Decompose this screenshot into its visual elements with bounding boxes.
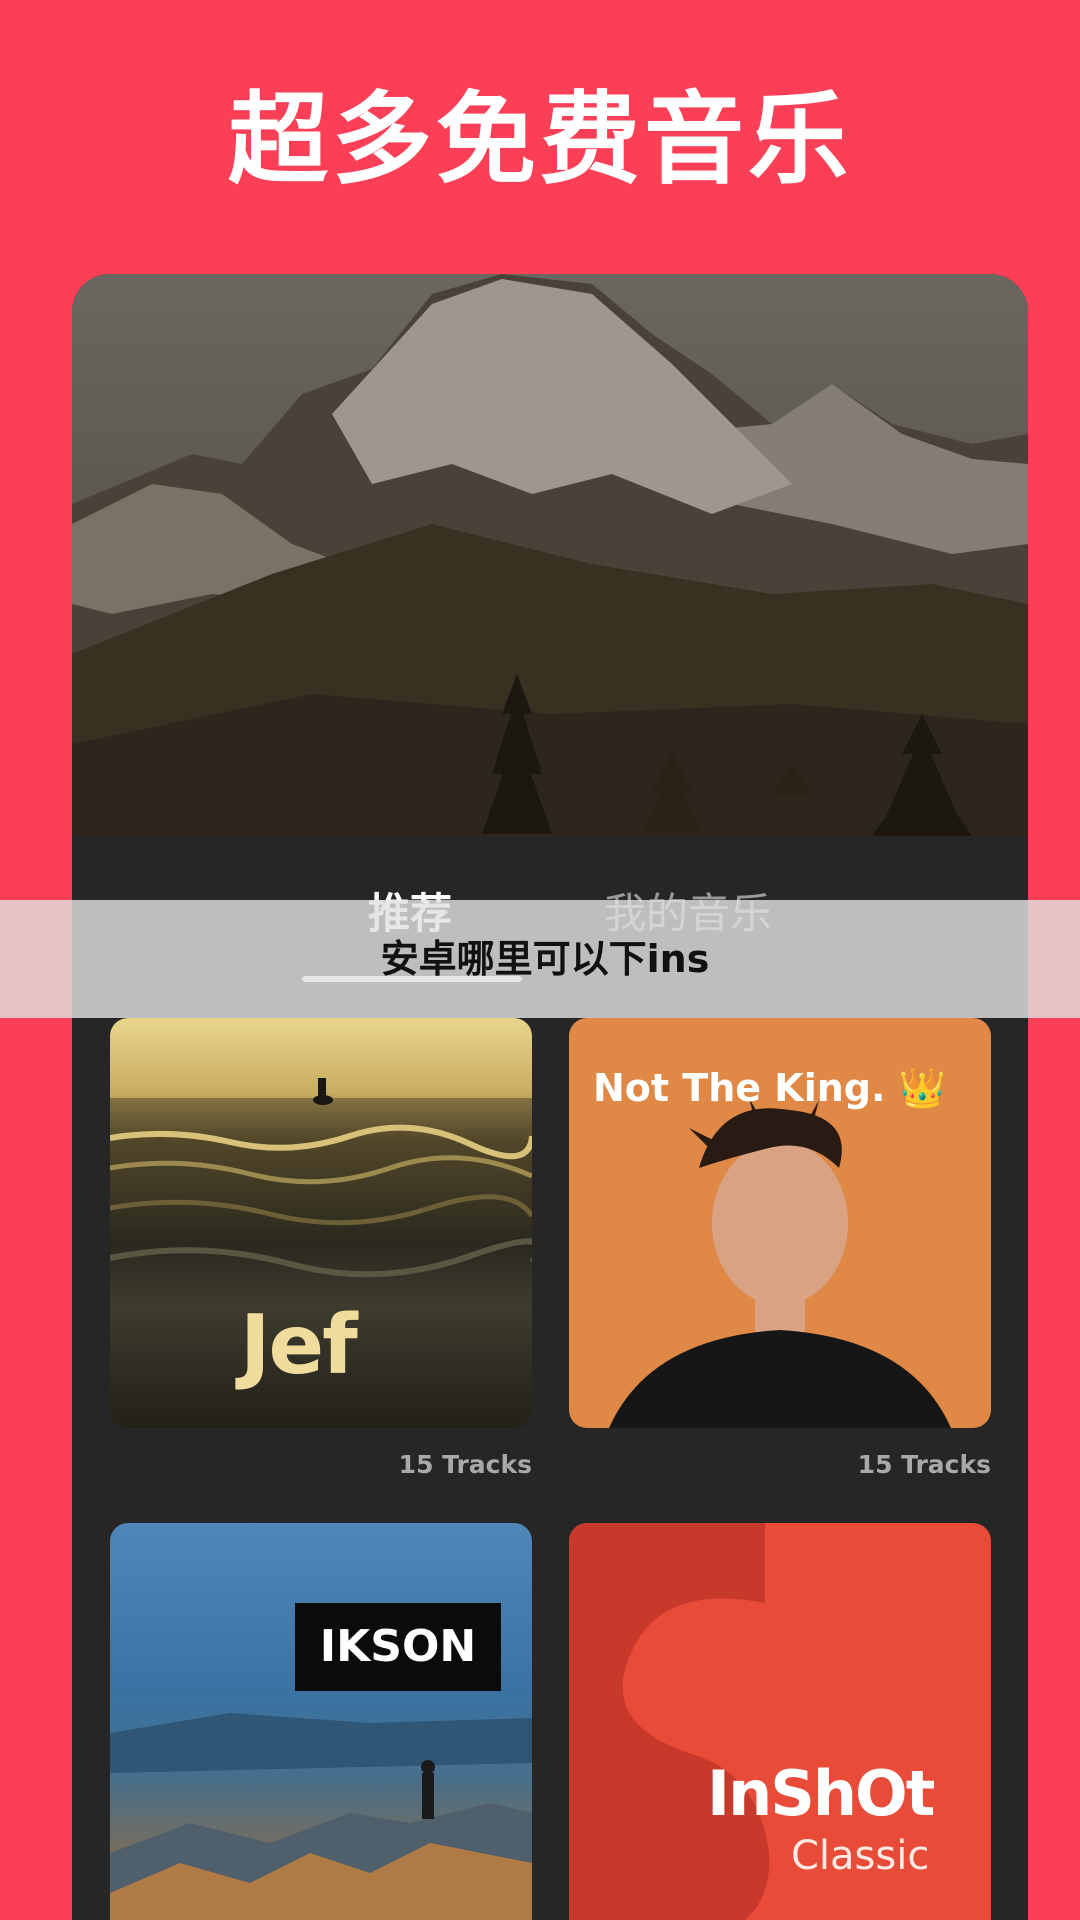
track-count: 15 Tracks [398,1450,532,1479]
mountain-illustration [72,274,1028,836]
overlay-caption: 安卓哪里可以下ins [380,937,710,981]
cover-title: InShOt [707,1757,935,1830]
app-promo-screen: 超多免费音乐 推荐 我的音乐 [0,0,1080,1920]
cover-subtitle: Classic [791,1833,930,1879]
playlist-card-inshot-classic[interactable]: InShOt Classic [569,1523,991,1920]
cover-title: IKSON [319,1621,477,1672]
playlist-card-not-the-king[interactable]: Not The King. 👑 [569,1018,991,1428]
cover-title: Jef [240,1298,358,1393]
playlist-card-ikson[interactable]: IKSON [110,1523,532,1920]
hero-banner-image [72,274,1028,836]
playlist-card-jef[interactable]: Jef [110,1018,532,1428]
track-count: 15 Tracks [857,1450,991,1479]
promo-headline: 超多免费音乐 [228,81,852,198]
cover-title-box: IKSON [295,1603,501,1691]
lake-illustration [110,1713,532,1920]
cover-title: Not The King. 👑 [593,1066,946,1110]
